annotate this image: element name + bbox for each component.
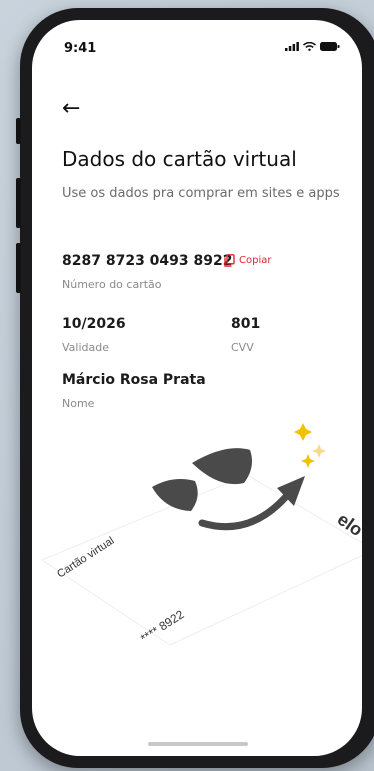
sunglasses-lens [152,479,198,511]
page-subtitle: Use os dados pra comprar em sites e apps [62,186,340,201]
status-icons [285,42,340,51]
copy-icon [224,254,235,267]
name-value: Márcio Rosa Prata [62,372,206,388]
wifi-icon [303,42,316,51]
page-title: Dados do cartão virtual [62,147,297,171]
copy-button[interactable]: Copiar [224,254,271,267]
side-button [16,178,21,228]
copy-label: Copiar [239,255,272,266]
signal-icon [285,42,299,51]
sunglasses-lens [192,448,252,485]
phone-frame: 9:41 ← Dados do cartão virtual Use os da… [16,8,374,768]
card-number-value: 8287 8723 0493 8922 [62,253,233,269]
screen: 9:41 ← Dados do cartão virtual Use os da… [32,20,362,756]
sparkle-icon [301,454,315,468]
status-time: 9:41 [64,41,97,56]
card-number-label: Número do cartão [62,278,162,291]
status-bar: 9:41 [32,20,362,60]
virtual-card-illustration: Cartão virtual **** 8922 elo [40,423,362,646]
sparkle-icon [294,423,312,441]
side-button [16,243,21,293]
battery-icon [320,42,340,51]
home-indicator[interactable] [148,742,248,746]
cvv-label: CVV [231,341,254,354]
validity-value: 10/2026 [62,316,126,332]
back-button[interactable]: ← [62,98,80,120]
side-button [16,118,21,144]
validity-label: Validade [62,341,109,354]
name-label: Nome [62,397,95,410]
cvv-value: 801 [231,316,261,332]
sparkle-icon [312,444,326,458]
